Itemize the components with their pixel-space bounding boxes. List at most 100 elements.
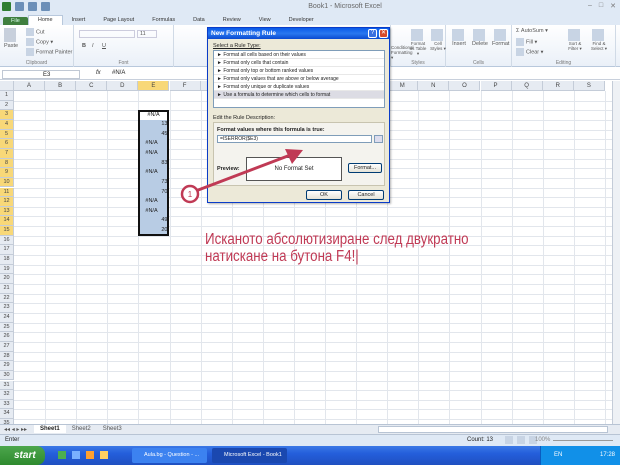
tab-view[interactable]: View: [250, 16, 280, 25]
row-header-24[interactable]: 24: [0, 312, 14, 323]
font-name-select[interactable]: [79, 30, 135, 38]
column-header-n[interactable]: N: [418, 81, 450, 91]
rule-type-item[interactable]: ► Format only values that are above or b…: [214, 75, 384, 83]
select-all-corner[interactable]: [0, 81, 14, 91]
row-header-29[interactable]: 29: [0, 361, 14, 371]
maximize-icon[interactable]: □: [599, 2, 603, 10]
row-header-17[interactable]: 17: [0, 245, 14, 256]
row-header-8[interactable]: 8: [0, 158, 14, 169]
sheet-tab-sheet1[interactable]: Sheet1: [34, 425, 66, 433]
insert-function-button[interactable]: fx: [96, 70, 101, 76]
cell-E6[interactable]: #N/A: [138, 139, 169, 149]
minimize-icon[interactable]: –: [588, 2, 592, 10]
tab-insert[interactable]: Insert: [63, 16, 95, 25]
column-header-c[interactable]: C: [76, 81, 108, 91]
row-header-10[interactable]: 10: [0, 177, 14, 188]
row-header-23[interactable]: 23: [0, 303, 14, 313]
row-header-4[interactable]: 4: [0, 119, 14, 130]
cell-E7[interactable]: #N/A: [138, 149, 169, 159]
cell-E14[interactable]: 49: [138, 216, 169, 226]
cell-E13[interactable]: #N/A: [138, 207, 169, 217]
cell-E5[interactable]: 45: [138, 130, 169, 140]
zoom-slider[interactable]: [553, 440, 613, 441]
tab-formulas[interactable]: Formulas: [143, 16, 184, 25]
delete-button[interactable]: Delete: [472, 29, 488, 47]
row-header-34[interactable]: 34: [0, 409, 14, 420]
rule-type-item[interactable]: ► Use a formula to determine which cells…: [214, 91, 384, 99]
rule-type-item[interactable]: ► Format only top or bottom ranked value…: [214, 67, 384, 75]
format-dialog-button[interactable]: Format...: [348, 163, 382, 173]
dialog-close-button[interactable]: ✕: [379, 29, 388, 38]
row-header-13[interactable]: 13: [0, 206, 14, 217]
cell-E3[interactable]: #N/A: [140, 112, 168, 120]
format-button[interactable]: Format: [492, 29, 509, 47]
row-header-32[interactable]: 32: [0, 390, 14, 400]
cell-E4[interactable]: 13: [138, 120, 169, 130]
view-buttons[interactable]: [505, 436, 539, 444]
row-header-33[interactable]: 33: [0, 399, 14, 410]
column-header-s[interactable]: S: [573, 81, 605, 91]
row-header-15[interactable]: 15: [0, 226, 14, 236]
clear-button[interactable]: Clear ▾: [516, 48, 543, 56]
task-aula[interactable]: Aula.bg - Question - ...: [132, 448, 207, 463]
rule-type-list[interactable]: ► Format all cells based on their values…: [213, 50, 385, 108]
row-header-11[interactable]: 11: [0, 187, 14, 198]
cell-E15[interactable]: 20: [138, 226, 169, 236]
column-header-p[interactable]: P: [480, 81, 512, 91]
row-header-12[interactable]: 12: [0, 197, 14, 207]
redo-icon[interactable]: [41, 2, 50, 11]
format-painter-button[interactable]: Format Painter: [26, 48, 72, 56]
row-header-20[interactable]: 20: [0, 274, 14, 284]
row-header-26[interactable]: 26: [0, 332, 14, 342]
row-header-19[interactable]: 19: [0, 264, 14, 275]
cell-E11[interactable]: 70: [138, 188, 169, 198]
row-header-28[interactable]: 28: [0, 351, 14, 362]
insert-button[interactable]: Insert: [452, 29, 466, 47]
bold-button[interactable]: B: [82, 43, 86, 49]
cell-E9[interactable]: #N/A: [138, 168, 169, 178]
column-header-b[interactable]: B: [45, 81, 77, 91]
find-select-button[interactable]: Find & Select ▾: [588, 29, 610, 52]
undo-icon[interactable]: [28, 2, 37, 11]
start-button[interactable]: start: [0, 446, 45, 465]
row-header-30[interactable]: 30: [0, 370, 14, 381]
row-header-31[interactable]: 31: [0, 380, 14, 391]
row-header-6[interactable]: 6: [0, 139, 14, 149]
column-header-r[interactable]: R: [542, 81, 574, 91]
formula-input[interactable]: #N/A: [112, 70, 125, 76]
column-header-e[interactable]: E: [138, 81, 170, 91]
column-header-m[interactable]: M: [387, 81, 419, 91]
sheet-nav-arrows[interactable]: ◂◂ ◂ ▸ ▸▸: [4, 426, 27, 433]
cell-E10[interactable]: 73: [138, 178, 169, 188]
row-header-25[interactable]: 25: [0, 322, 14, 333]
conditional-formatting-button[interactable]: Conditional Formatting ▾: [391, 45, 414, 61]
sort-filter-button[interactable]: Sort & Filter ▾: [564, 29, 586, 52]
tab-home[interactable]: Home: [27, 15, 63, 25]
cell-E8[interactable]: 83: [138, 159, 169, 169]
column-header-a[interactable]: A: [14, 81, 46, 91]
language-indicator[interactable]: EN: [554, 452, 562, 458]
task-excel[interactable]: Microsoft Excel - Book1: [212, 448, 287, 463]
sheet-tab-sheet3[interactable]: Sheet3: [97, 425, 128, 433]
rule-type-item[interactable]: ► Format only cells that contain: [214, 59, 384, 67]
row-header-16[interactable]: 16: [0, 235, 14, 246]
column-header-q[interactable]: Q: [511, 81, 543, 91]
cell-E12[interactable]: #N/A: [138, 197, 169, 207]
cell-styles-button[interactable]: Cell Styles ▾: [429, 29, 447, 52]
row-header-14[interactable]: 14: [0, 216, 14, 227]
collapse-dialog-icon[interactable]: [374, 135, 383, 143]
column-header-d[interactable]: D: [107, 81, 139, 91]
rule-type-item[interactable]: ► Format only unique or duplicate values: [214, 83, 384, 91]
horizontal-scrollbar[interactable]: [378, 426, 608, 433]
close-icon[interactable]: ✕: [610, 2, 616, 10]
cancel-button[interactable]: Cancel: [348, 190, 384, 200]
row-header-1[interactable]: 1: [0, 91, 14, 101]
tab-developer[interactable]: Developer: [280, 16, 323, 25]
row-header-3[interactable]: 3: [0, 110, 14, 120]
save-icon[interactable]: [15, 2, 24, 11]
tab-file[interactable]: File: [3, 17, 28, 25]
row-header-9[interactable]: 9: [0, 168, 14, 178]
underline-button[interactable]: U: [102, 43, 106, 49]
name-box[interactable]: E3: [2, 70, 80, 79]
vertical-scrollbar[interactable]: [612, 81, 620, 424]
